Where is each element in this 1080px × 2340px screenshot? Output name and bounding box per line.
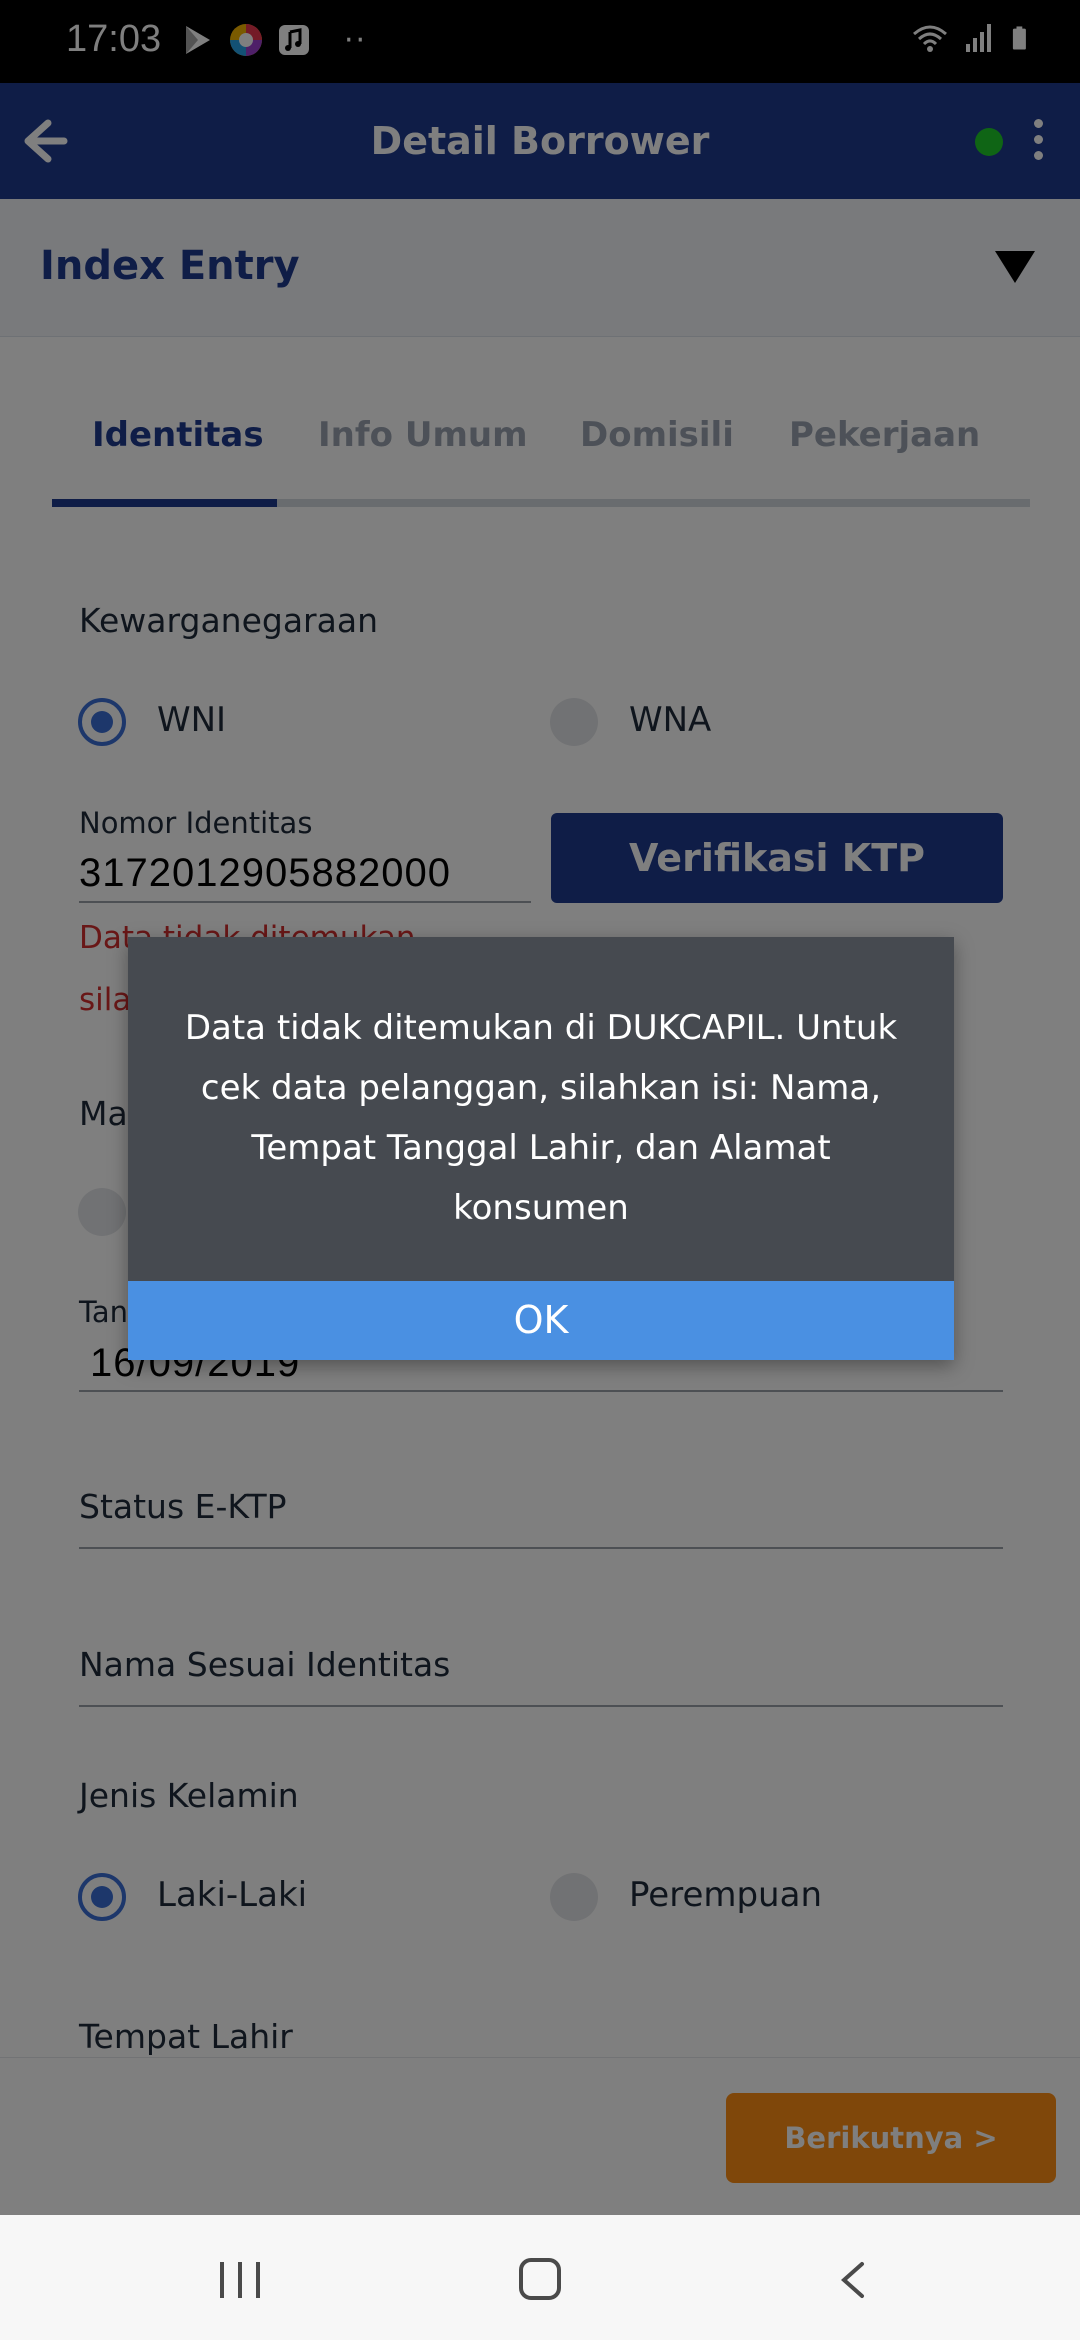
nav-back-icon[interactable] — [838, 2260, 866, 2300]
dialog-ok-button[interactable]: OK — [128, 1281, 954, 1360]
system-nav-bar — [0, 2215, 1080, 2340]
home-icon[interactable] — [519, 2258, 561, 2300]
recents-icon[interactable] — [220, 2262, 260, 2298]
dialog-message: Data tidak ditemukan di DUKCAPIL. Untuk … — [184, 1008, 898, 1228]
alert-dialog: Data tidak ditemukan di DUKCAPIL. Untuk … — [128, 937, 954, 1360]
